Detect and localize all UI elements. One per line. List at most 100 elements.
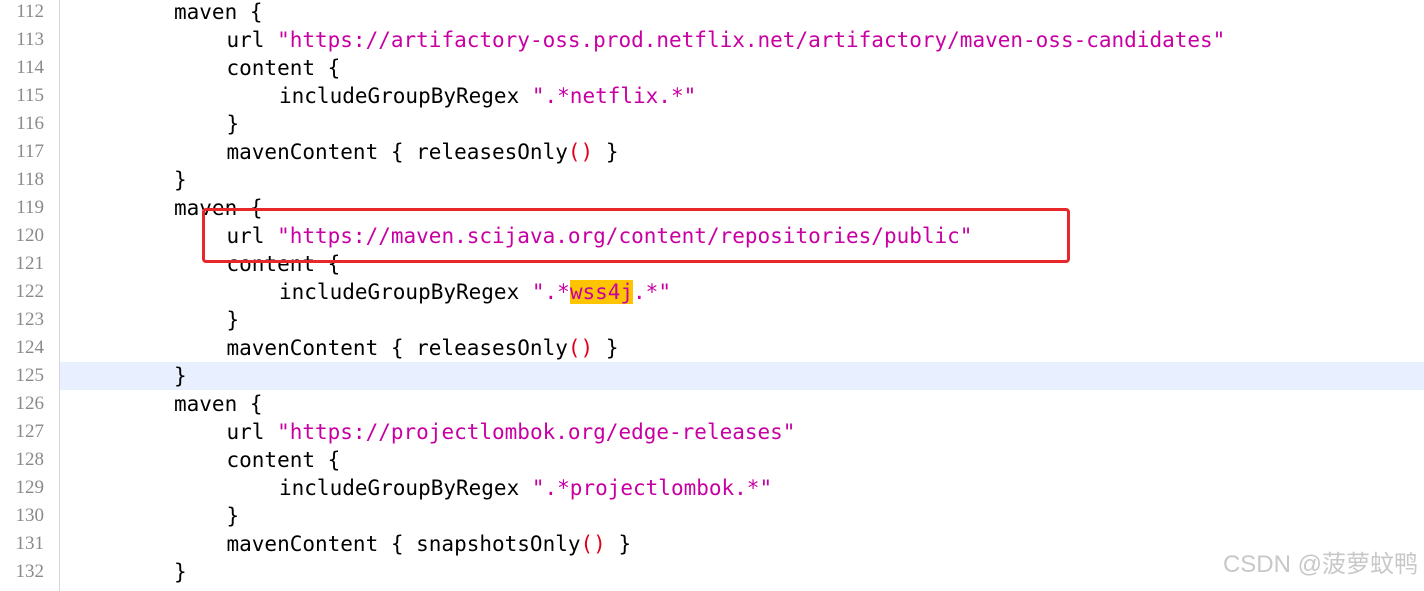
code-line[interactable]: 131 mavenContent { snapshotsOnly() }	[0, 530, 1424, 558]
parentheses: ()	[567, 336, 594, 360]
code-text: }	[174, 166, 187, 194]
line-number: 113	[16, 29, 44, 50]
code-line-background	[60, 166, 1424, 194]
code-line[interactable]: 118}	[0, 166, 1424, 194]
code-text: content {	[227, 446, 341, 474]
code-token: maven {	[174, 0, 263, 24]
code-line[interactable]: 125}	[0, 362, 1424, 390]
code-token: }	[226, 308, 240, 332]
code-token: maven {	[174, 392, 263, 416]
code-line[interactable]: 116}	[0, 110, 1424, 138]
code-line[interactable]: 128 content {	[0, 446, 1424, 474]
code-line[interactable]: 127 url "https://projectlombok.org/edge-r…	[0, 418, 1424, 446]
line-number: 112	[16, 1, 44, 22]
code-line[interactable]: 117 mavenContent { releasesOnly() }	[0, 138, 1424, 166]
parentheses: ()	[580, 532, 606, 556]
line-number: 114	[16, 57, 44, 78]
code-text: mavenContent { releasesOnly() }	[227, 334, 619, 362]
code-token: }	[174, 560, 187, 584]
code-text: maven {	[174, 390, 263, 418]
code-token: includeGroupByRegex	[279, 280, 532, 304]
code-text: }	[227, 502, 240, 530]
code-token: url	[226, 420, 278, 444]
code-token: }	[593, 336, 619, 360]
code-token: }	[593, 140, 619, 164]
line-number: 125	[15, 365, 45, 386]
code-token: }	[226, 112, 240, 136]
code-text: includeGroupByRegex ".*projectlombok.*"	[279, 474, 772, 502]
code-text: includeGroupByRegex ".*netflix.*"	[279, 82, 696, 110]
parentheses: ()	[567, 140, 594, 164]
line-number: 118	[16, 169, 44, 190]
code-line-background	[60, 278, 1424, 306]
watermark: CSDN @菠萝蚊鸭	[1222, 551, 1418, 578]
line-number: 127	[15, 421, 45, 442]
code-line-background	[60, 82, 1424, 110]
code-token: includeGroupByRegex	[279, 84, 532, 108]
code-line-background	[60, 110, 1424, 138]
code-line[interactable]: 122 includeGroupByRegex ".*wss4j.*"	[0, 278, 1424, 306]
code-token: }	[174, 364, 187, 388]
code-line-background	[60, 0, 1424, 26]
code-line-background	[60, 362, 1424, 390]
code-line[interactable]: 124 mavenContent { releasesOnly() }	[0, 334, 1424, 362]
line-number: 119	[16, 197, 44, 218]
line-number: 120	[15, 225, 45, 246]
code-token: }	[605, 532, 632, 556]
string-literal: ".*netflix.*"	[531, 84, 697, 108]
code-token: mavenContent { releasesOnly	[226, 140, 568, 164]
code-text: maven {	[174, 0, 263, 26]
code-line[interactable]: 130}	[0, 502, 1424, 530]
line-number: 121	[15, 253, 45, 274]
line-number: 122	[15, 281, 45, 302]
string-literal: ".*projectlombok.*"	[531, 476, 773, 500]
line-number: 123	[15, 309, 45, 330]
code-line[interactable]: 126 maven {	[0, 390, 1424, 418]
code-token: }	[226, 504, 240, 528]
line-number: 124	[15, 337, 45, 358]
code-line-background	[60, 502, 1424, 530]
line-number: 117	[16, 141, 44, 162]
code-line[interactable]: 113 url "https://artifactory-oss.prod.net…	[0, 26, 1424, 54]
code-text: }	[174, 558, 187, 586]
line-number: 130	[15, 505, 45, 526]
code-line-background	[60, 306, 1424, 334]
line-number: 131	[15, 533, 45, 554]
code-token: mavenContent { snapshotsOnly	[226, 532, 581, 556]
code-token: content {	[226, 56, 341, 80]
code-line[interactable]: 123}	[0, 306, 1424, 334]
code-line[interactable]: 112 maven {	[0, 0, 1424, 26]
code-text: url "https://projectlombok.org/edge-rele…	[227, 418, 796, 446]
code-token: }	[174, 168, 187, 192]
code-editor[interactable]: 112 maven { 113 url "https://artifactory-os…	[0, 0, 1424, 591]
code-line[interactable]: 115 includeGroupByRegex ".*netflix.*"	[0, 82, 1424, 110]
code-text: }	[227, 306, 240, 334]
string-literal: ".*	[531, 280, 570, 304]
line-number: 128	[15, 449, 45, 470]
code-token: content {	[226, 448, 341, 472]
code-token: mavenContent { releasesOnly	[226, 336, 568, 360]
code-line-background	[60, 390, 1424, 418]
line-number: 115	[16, 85, 44, 106]
code-text: content {	[227, 54, 341, 82]
line-number: 126	[15, 393, 45, 414]
code-text: mavenContent { snapshotsOnly() }	[227, 530, 632, 558]
string-literal: .*"	[633, 280, 671, 304]
string-literal: "https://projectlombok.org/edge-releases…	[277, 420, 796, 444]
line-number: 116	[16, 113, 44, 134]
code-token: includeGroupByRegex	[279, 476, 532, 500]
search-highlight: wss4j	[569, 280, 634, 304]
string-literal: "https://artifactory-oss.prod.netflix.ne…	[277, 28, 1226, 52]
code-text: includeGroupByRegex ".*wss4j.*"	[279, 278, 671, 306]
code-line[interactable]: 132}	[0, 558, 1424, 586]
code-text: }	[174, 362, 187, 390]
code-token: url	[226, 28, 278, 52]
code-line-background	[60, 558, 1424, 586]
code-text: }	[227, 110, 240, 138]
highlight-box	[202, 208, 1070, 263]
code-line[interactable]: 114 content {	[0, 54, 1424, 82]
line-number: 129	[15, 477, 45, 498]
code-text: url "https://artifactory-oss.prod.netfli…	[227, 26, 1226, 54]
line-number: 132	[15, 561, 45, 582]
code-line[interactable]: 129 includeGroupByRegex ".*projectlombok.…	[0, 474, 1424, 502]
